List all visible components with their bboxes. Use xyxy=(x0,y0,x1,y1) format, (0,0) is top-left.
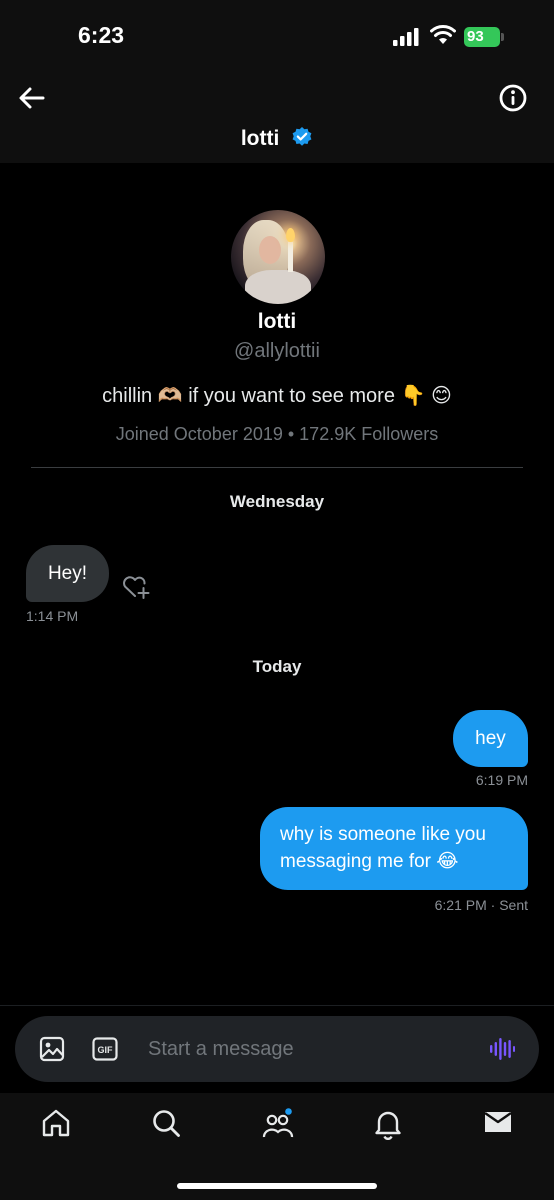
profile-handle[interactable]: @allylottii xyxy=(0,340,554,363)
conversation-title-text: lotti xyxy=(240,127,280,150)
avatar-dress-shape xyxy=(245,270,311,304)
profile-bio: chillin 🫶🏼 if you want to see more 👇 😊 xyxy=(102,385,452,407)
day-separator: Wednesday xyxy=(229,492,325,511)
conversation-title[interactable]: lotti xyxy=(0,126,554,151)
arrow-left-icon[interactable] xyxy=(16,82,48,114)
message-bubble-incoming[interactable]: Hey! xyxy=(26,545,109,602)
profile-name[interactable]: lotti xyxy=(0,310,554,334)
message-timestamp: 6:21 PM xyxy=(434,897,487,913)
battery-indicator: 93 xyxy=(464,27,500,47)
profile-meta: Joined October 2019 • 172.9K Followers xyxy=(115,424,439,444)
messages-icon[interactable] xyxy=(483,1108,513,1136)
battery-nub xyxy=(501,33,504,41)
image-icon[interactable] xyxy=(39,1036,65,1062)
status-time: 6:23 xyxy=(78,22,125,48)
wifi-icon xyxy=(430,25,456,44)
message-timestamp: 1:14 PM xyxy=(26,608,79,624)
verified-badge-icon xyxy=(292,127,312,146)
home-indicator[interactable] xyxy=(177,1183,377,1189)
home-icon[interactable] xyxy=(41,1108,71,1138)
info-icon[interactable] xyxy=(497,82,529,114)
add-reaction-icon[interactable] xyxy=(121,574,151,600)
avatar[interactable] xyxy=(231,210,325,304)
cellular-signal-icon xyxy=(393,28,419,46)
avatar-flame-shape xyxy=(286,228,295,242)
avatar-candle-shape xyxy=(288,242,293,272)
notifications-icon[interactable] xyxy=(373,1108,403,1140)
gif-icon[interactable]: GIF xyxy=(92,1037,118,1061)
search-icon[interactable] xyxy=(151,1108,181,1138)
message-bubble-outgoing[interactable]: why is someone like you messaging me for… xyxy=(260,807,528,890)
communities-icon[interactable] xyxy=(261,1108,295,1140)
message-bubble-outgoing[interactable]: hey xyxy=(453,710,528,767)
message-timestamp: 6:19 PM xyxy=(475,772,528,788)
message-sent-status: · Sent xyxy=(490,897,528,913)
message-status-line: 6:21 PM · Sent xyxy=(380,897,528,913)
avatar-face-shape xyxy=(259,236,281,264)
gif-label: GIF xyxy=(98,1045,114,1055)
voice-message-icon[interactable] xyxy=(489,1036,515,1062)
divider xyxy=(31,467,523,468)
message-input[interactable] xyxy=(148,1032,468,1066)
day-separator: Today xyxy=(252,657,302,676)
